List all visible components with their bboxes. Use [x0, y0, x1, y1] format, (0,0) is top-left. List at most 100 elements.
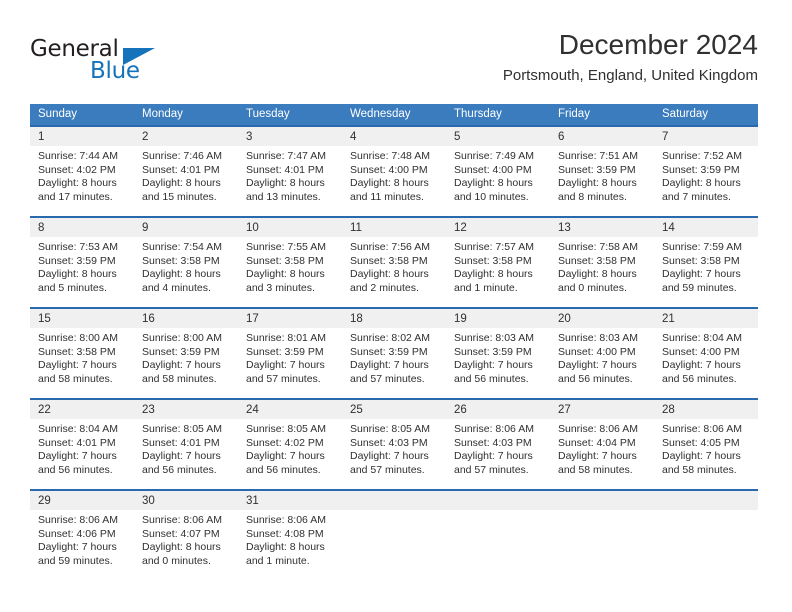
day-cell[interactable]: 15 Sunrise: 8:00 AM Sunset: 3:58 PM Dayligh… — [30, 309, 134, 398]
daylight-text-line1: Daylight: 8 hours — [454, 268, 533, 280]
daylight-text-line2: and 56 minutes. — [142, 463, 217, 476]
day-cell[interactable]: 9 Sunrise: 7:54 AM Sunset: 3:58 PM Daylight… — [134, 218, 238, 307]
day-details: Sunrise: 8:03 AM Sunset: 4:00 PM Daylight:… — [550, 328, 654, 386]
day-cell[interactable]: 16 Sunrise: 8:00 AM Sunset: 3:59 PM Dayligh… — [134, 309, 238, 398]
day-number: 17 — [246, 313, 259, 325]
day-cell[interactable]: 19 Sunrise: 8:03 AM Sunset: 3:59 PM Dayligh… — [446, 309, 550, 398]
day-details: Sunrise: 7:57 AM Sunset: 3:58 PM Daylight:… — [446, 237, 550, 295]
day-cell[interactable]: 2 Sunrise: 7:46 AM Sunset: 4:01 PM Daylight… — [134, 127, 238, 216]
day-number-band: 22 — [30, 400, 134, 419]
sunrise-text: Sunrise: 7:52 AM — [662, 150, 742, 162]
day-cell[interactable]: 18 Sunrise: 8:02 AM Sunset: 3:59 PM Dayligh… — [342, 309, 446, 398]
day-cell[interactable]: 26 Sunrise: 8:06 AM Sunset: 4:03 PM Dayligh… — [446, 400, 550, 489]
day-number-band — [446, 491, 550, 510]
day-details: Sunrise: 8:02 AM Sunset: 3:59 PM Daylight:… — [342, 328, 446, 386]
daylight-text-line1: Daylight: 7 hours — [350, 359, 429, 371]
daylight-text-line2: and 57 minutes. — [350, 463, 425, 476]
sunrise-text: Sunrise: 8:01 AM — [246, 332, 326, 344]
sunrise-text: Sunrise: 8:00 AM — [38, 332, 118, 344]
day-details: Sunrise: 7:53 AM Sunset: 3:59 PM Daylight:… — [30, 237, 134, 295]
day-number-band: 19 — [446, 309, 550, 328]
day-number: 10 — [246, 222, 259, 234]
day-cell[interactable]: 13 Sunrise: 7:58 AM Sunset: 3:58 PM Dayligh… — [550, 218, 654, 307]
daylight-text-line2: and 59 minutes. — [38, 554, 113, 567]
daylight-text-line1: Daylight: 7 hours — [246, 450, 325, 462]
day-cell[interactable]: 1 Sunrise: 7:44 AM Sunset: 4:02 PM Daylight… — [30, 127, 134, 216]
sunset-text: Sunset: 4:02 PM — [38, 163, 116, 176]
weekday-saturday: Saturday — [662, 108, 709, 120]
day-cell[interactable]: 29 Sunrise: 8:06 AM Sunset: 4:06 PM Dayligh… — [30, 491, 134, 580]
daylight-text-line2: and 0 minutes. — [558, 281, 627, 294]
day-number: 19 — [454, 313, 467, 325]
day-details: Sunrise: 7:51 AM Sunset: 3:59 PM Daylight:… — [550, 146, 654, 204]
sunrise-text: Sunrise: 7:54 AM — [142, 241, 222, 253]
day-details: Sunrise: 7:54 AM Sunset: 3:58 PM Daylight:… — [134, 237, 238, 295]
day-number-band: 30 — [134, 491, 238, 510]
sunrise-text: Sunrise: 7:47 AM — [246, 150, 326, 162]
sunset-text: Sunset: 3:59 PM — [662, 163, 740, 176]
day-cell[interactable]: 21 Sunrise: 8:04 AM Sunset: 4:00 PM Dayligh… — [654, 309, 758, 398]
daylight-text-line1: Daylight: 8 hours — [142, 268, 221, 280]
day-details: Sunrise: 8:05 AM Sunset: 4:02 PM Daylight:… — [238, 419, 342, 477]
day-cell[interactable]: 7 Sunrise: 7:52 AM Sunset: 3:59 PM Daylight… — [654, 127, 758, 216]
daylight-text-line1: Daylight: 8 hours — [246, 541, 325, 553]
weekday-header-row: Sunday Monday Tuesday Wednesday Thursday… — [30, 104, 758, 125]
title-block: December 2024 Portsmouth, England, Unite… — [503, 28, 758, 85]
day-cell[interactable]: 6 Sunrise: 7:51 AM Sunset: 3:59 PM Daylight… — [550, 127, 654, 216]
day-cell[interactable]: 4 Sunrise: 7:48 AM Sunset: 4:00 PM Daylight… — [342, 127, 446, 216]
day-number: 12 — [454, 222, 467, 234]
day-cell[interactable]: 5 Sunrise: 7:49 AM Sunset: 4:00 PM Daylight… — [446, 127, 550, 216]
day-cell[interactable]: 11 Sunrise: 7:56 AM Sunset: 3:58 PM Dayligh… — [342, 218, 446, 307]
day-details: Sunrise: 7:49 AM Sunset: 4:00 PM Daylight:… — [446, 146, 550, 204]
day-cell[interactable]: 20 Sunrise: 8:03 AM Sunset: 4:00 PM Dayligh… — [550, 309, 654, 398]
daylight-text-line2: and 1 minute. — [454, 281, 518, 294]
day-cell[interactable]: 10 Sunrise: 7:55 AM Sunset: 3:58 PM Dayligh… — [238, 218, 342, 307]
brand-logo[interactable]: General Blue — [30, 36, 230, 92]
day-cell[interactable]: 28 Sunrise: 8:06 AM Sunset: 4:05 PM Dayligh… — [654, 400, 758, 489]
day-number: 30 — [142, 495, 155, 507]
day-details: Sunrise: 8:03 AM Sunset: 3:59 PM Daylight:… — [446, 328, 550, 386]
day-number: 27 — [558, 404, 571, 416]
day-cell[interactable]: 24 Sunrise: 8:05 AM Sunset: 4:02 PM Dayligh… — [238, 400, 342, 489]
daylight-text-line1: Daylight: 8 hours — [142, 541, 221, 553]
sunrise-text: Sunrise: 8:04 AM — [662, 332, 742, 344]
day-number-band: 10 — [238, 218, 342, 237]
calendar-page: General Blue December 2024 Portsmouth, E… — [0, 0, 792, 612]
day-number: 29 — [38, 495, 51, 507]
day-details: Sunrise: 8:00 AM Sunset: 3:59 PM Daylight:… — [134, 328, 238, 386]
day-cell[interactable]: 3 Sunrise: 7:47 AM Sunset: 4:01 PM Daylight… — [238, 127, 342, 216]
day-details: Sunrise: 8:04 AM Sunset: 4:01 PM Daylight:… — [30, 419, 134, 477]
sunrise-text: Sunrise: 7:59 AM — [662, 241, 742, 253]
daylight-text-line1: Daylight: 7 hours — [662, 359, 741, 371]
day-number-band: 11 — [342, 218, 446, 237]
day-number-band: 16 — [134, 309, 238, 328]
day-cell[interactable]: 14 Sunrise: 7:59 AM Sunset: 3:58 PM Dayligh… — [654, 218, 758, 307]
day-cell[interactable]: 31 Sunrise: 8:06 AM Sunset: 4:08 PM Dayligh… — [238, 491, 342, 580]
day-number-band: 9 — [134, 218, 238, 237]
day-number: 13 — [558, 222, 571, 234]
sunset-text: Sunset: 4:01 PM — [142, 436, 220, 449]
day-cell[interactable]: 12 Sunrise: 7:57 AM Sunset: 3:58 PM Dayligh… — [446, 218, 550, 307]
daylight-text-line2: and 57 minutes. — [246, 372, 321, 385]
day-number-band: 8 — [30, 218, 134, 237]
day-details: Sunrise: 8:06 AM Sunset: 4:08 PM Daylight:… — [238, 510, 342, 568]
day-details: Sunrise: 8:05 AM Sunset: 4:03 PM Daylight:… — [342, 419, 446, 477]
sunrise-text: Sunrise: 7:48 AM — [350, 150, 430, 162]
day-cell[interactable]: 30 Sunrise: 8:06 AM Sunset: 4:07 PM Dayligh… — [134, 491, 238, 580]
sunrise-text: Sunrise: 8:05 AM — [246, 423, 326, 435]
daylight-text-line2: and 11 minutes. — [350, 190, 424, 203]
sunset-text: Sunset: 4:00 PM — [558, 345, 636, 358]
day-cell[interactable]: 27 Sunrise: 8:06 AM Sunset: 4:04 PM Dayligh… — [550, 400, 654, 489]
daylight-text-line1: Daylight: 7 hours — [38, 359, 117, 371]
day-cell[interactable]: 25 Sunrise: 8:05 AM Sunset: 4:03 PM Dayligh… — [342, 400, 446, 489]
day-cell[interactable]: 17 Sunrise: 8:01 AM Sunset: 3:59 PM Dayligh… — [238, 309, 342, 398]
day-details: Sunrise: 8:01 AM Sunset: 3:59 PM Daylight:… — [238, 328, 342, 386]
day-cell[interactable]: 23 Sunrise: 8:05 AM Sunset: 4:01 PM Dayligh… — [134, 400, 238, 489]
daylight-text-line1: Daylight: 7 hours — [142, 450, 221, 462]
sunrise-text: Sunrise: 8:06 AM — [454, 423, 534, 435]
sunrise-text: Sunrise: 7:46 AM — [142, 150, 222, 162]
day-cell[interactable]: 8 Sunrise: 7:53 AM Sunset: 3:59 PM Daylight… — [30, 218, 134, 307]
sunset-text: Sunset: 4:03 PM — [350, 436, 428, 449]
daylight-text-line1: Daylight: 8 hours — [142, 177, 221, 189]
day-cell[interactable]: 22 Sunrise: 8:04 AM Sunset: 4:01 PM Dayligh… — [30, 400, 134, 489]
